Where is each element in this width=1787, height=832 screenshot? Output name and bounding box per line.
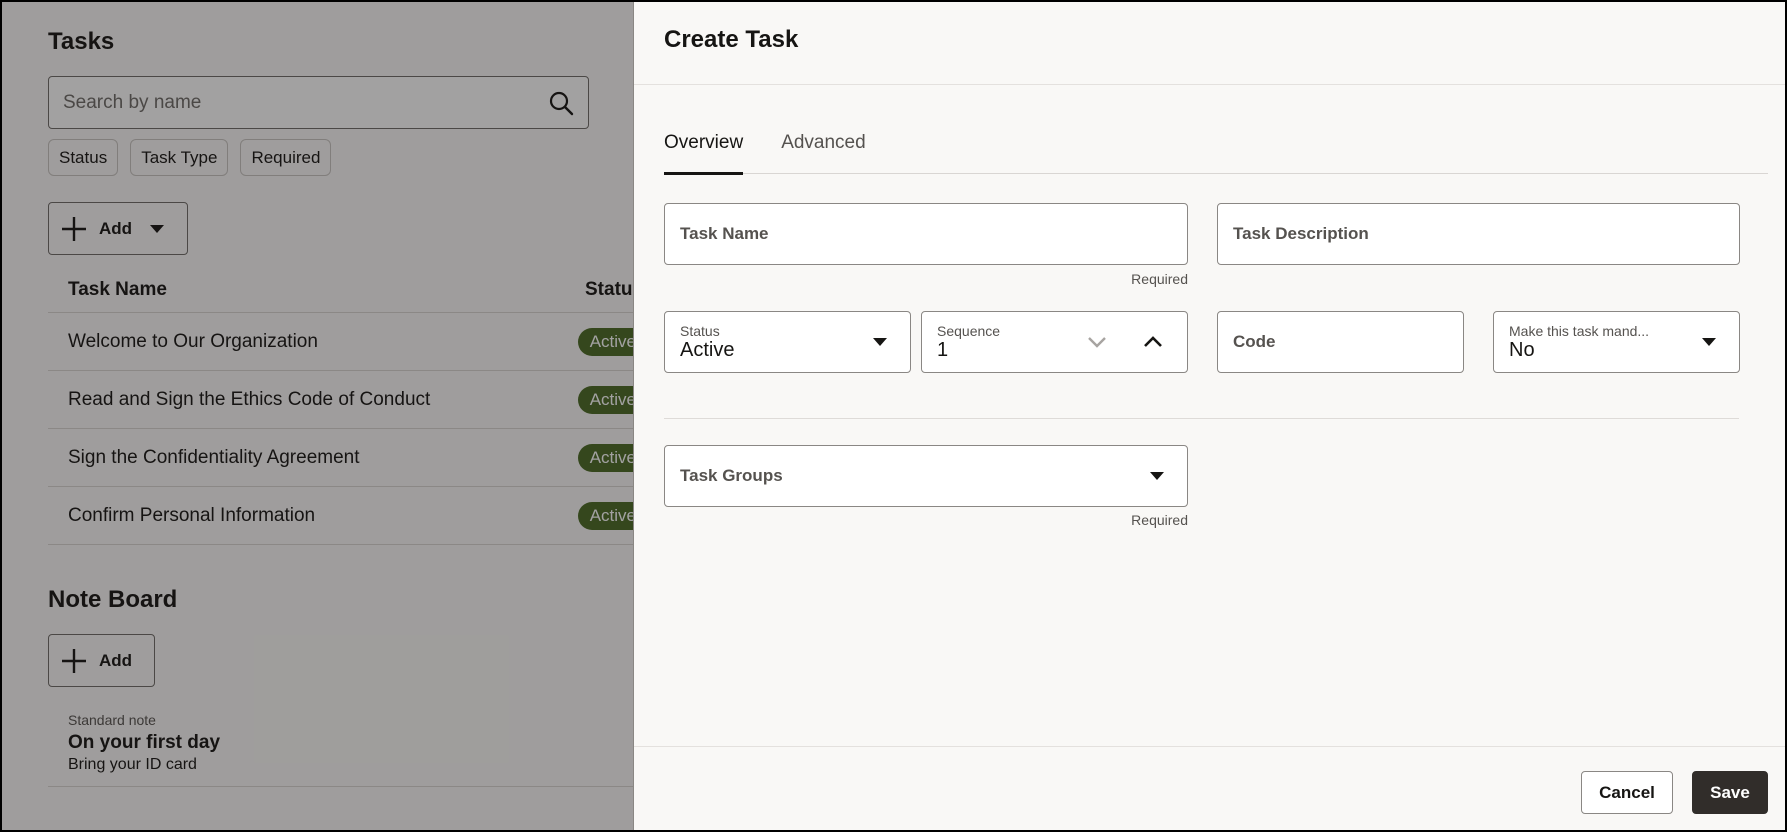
drawer-title: Create Task — [664, 26, 799, 53]
code-field[interactable]: Code — [1217, 311, 1464, 373]
drawer-tabs: Overview Advanced — [664, 118, 1768, 175]
status-label: Status — [680, 323, 720, 339]
save-button[interactable]: Save — [1692, 771, 1768, 814]
task-name-label: Task Name — [680, 224, 769, 243]
status-select[interactable]: Status Active — [664, 311, 911, 373]
task-description-field[interactable]: Task Description — [1217, 203, 1740, 265]
drawer-header: Create Task — [634, 2, 1785, 85]
cancel-button[interactable]: Cancel — [1581, 771, 1673, 814]
code-label: Code — [1233, 332, 1276, 351]
status-value: Active — [680, 339, 735, 361]
caret-down-icon[interactable] — [873, 338, 887, 346]
mandatory-value: No — [1509, 339, 1535, 361]
sequence-label: Sequence — [937, 323, 1001, 339]
mandatory-label: Make this task mand... — [1509, 323, 1650, 339]
task-groups-label: Task Groups — [680, 466, 783, 485]
sequence-stepper[interactable]: Sequence 1 — [921, 311, 1188, 373]
task-description-label: Task Description — [1233, 224, 1369, 243]
drawer-footer: Cancel Save — [634, 746, 1785, 830]
caret-down-icon[interactable] — [1702, 338, 1716, 346]
modal-scrim[interactable] — [2, 2, 633, 830]
mandatory-select[interactable]: Make this task mand... No — [1493, 311, 1740, 373]
task-groups-required-hint: Required — [1131, 512, 1188, 528]
section-divider — [664, 418, 1739, 419]
tab-overview[interactable]: Overview — [664, 118, 744, 175]
caret-down-icon[interactable] — [1150, 472, 1164, 480]
tab-advanced[interactable]: Advanced — [781, 118, 866, 173]
task-name-required-hint: Required — [1131, 271, 1188, 287]
create-task-drawer: Create Task Overview Advanced Task Name … — [633, 2, 1785, 830]
app-window: Tasks Status Task Type Required Add Task… — [2, 2, 1785, 830]
increment-chevron-up-icon[interactable] — [1142, 335, 1164, 349]
task-name-field[interactable]: Task Name — [664, 203, 1188, 265]
decrement-chevron-down-icon[interactable] — [1086, 335, 1108, 349]
sequence-value: 1 — [937, 339, 949, 361]
task-groups-select[interactable]: Task Groups — [664, 445, 1188, 507]
